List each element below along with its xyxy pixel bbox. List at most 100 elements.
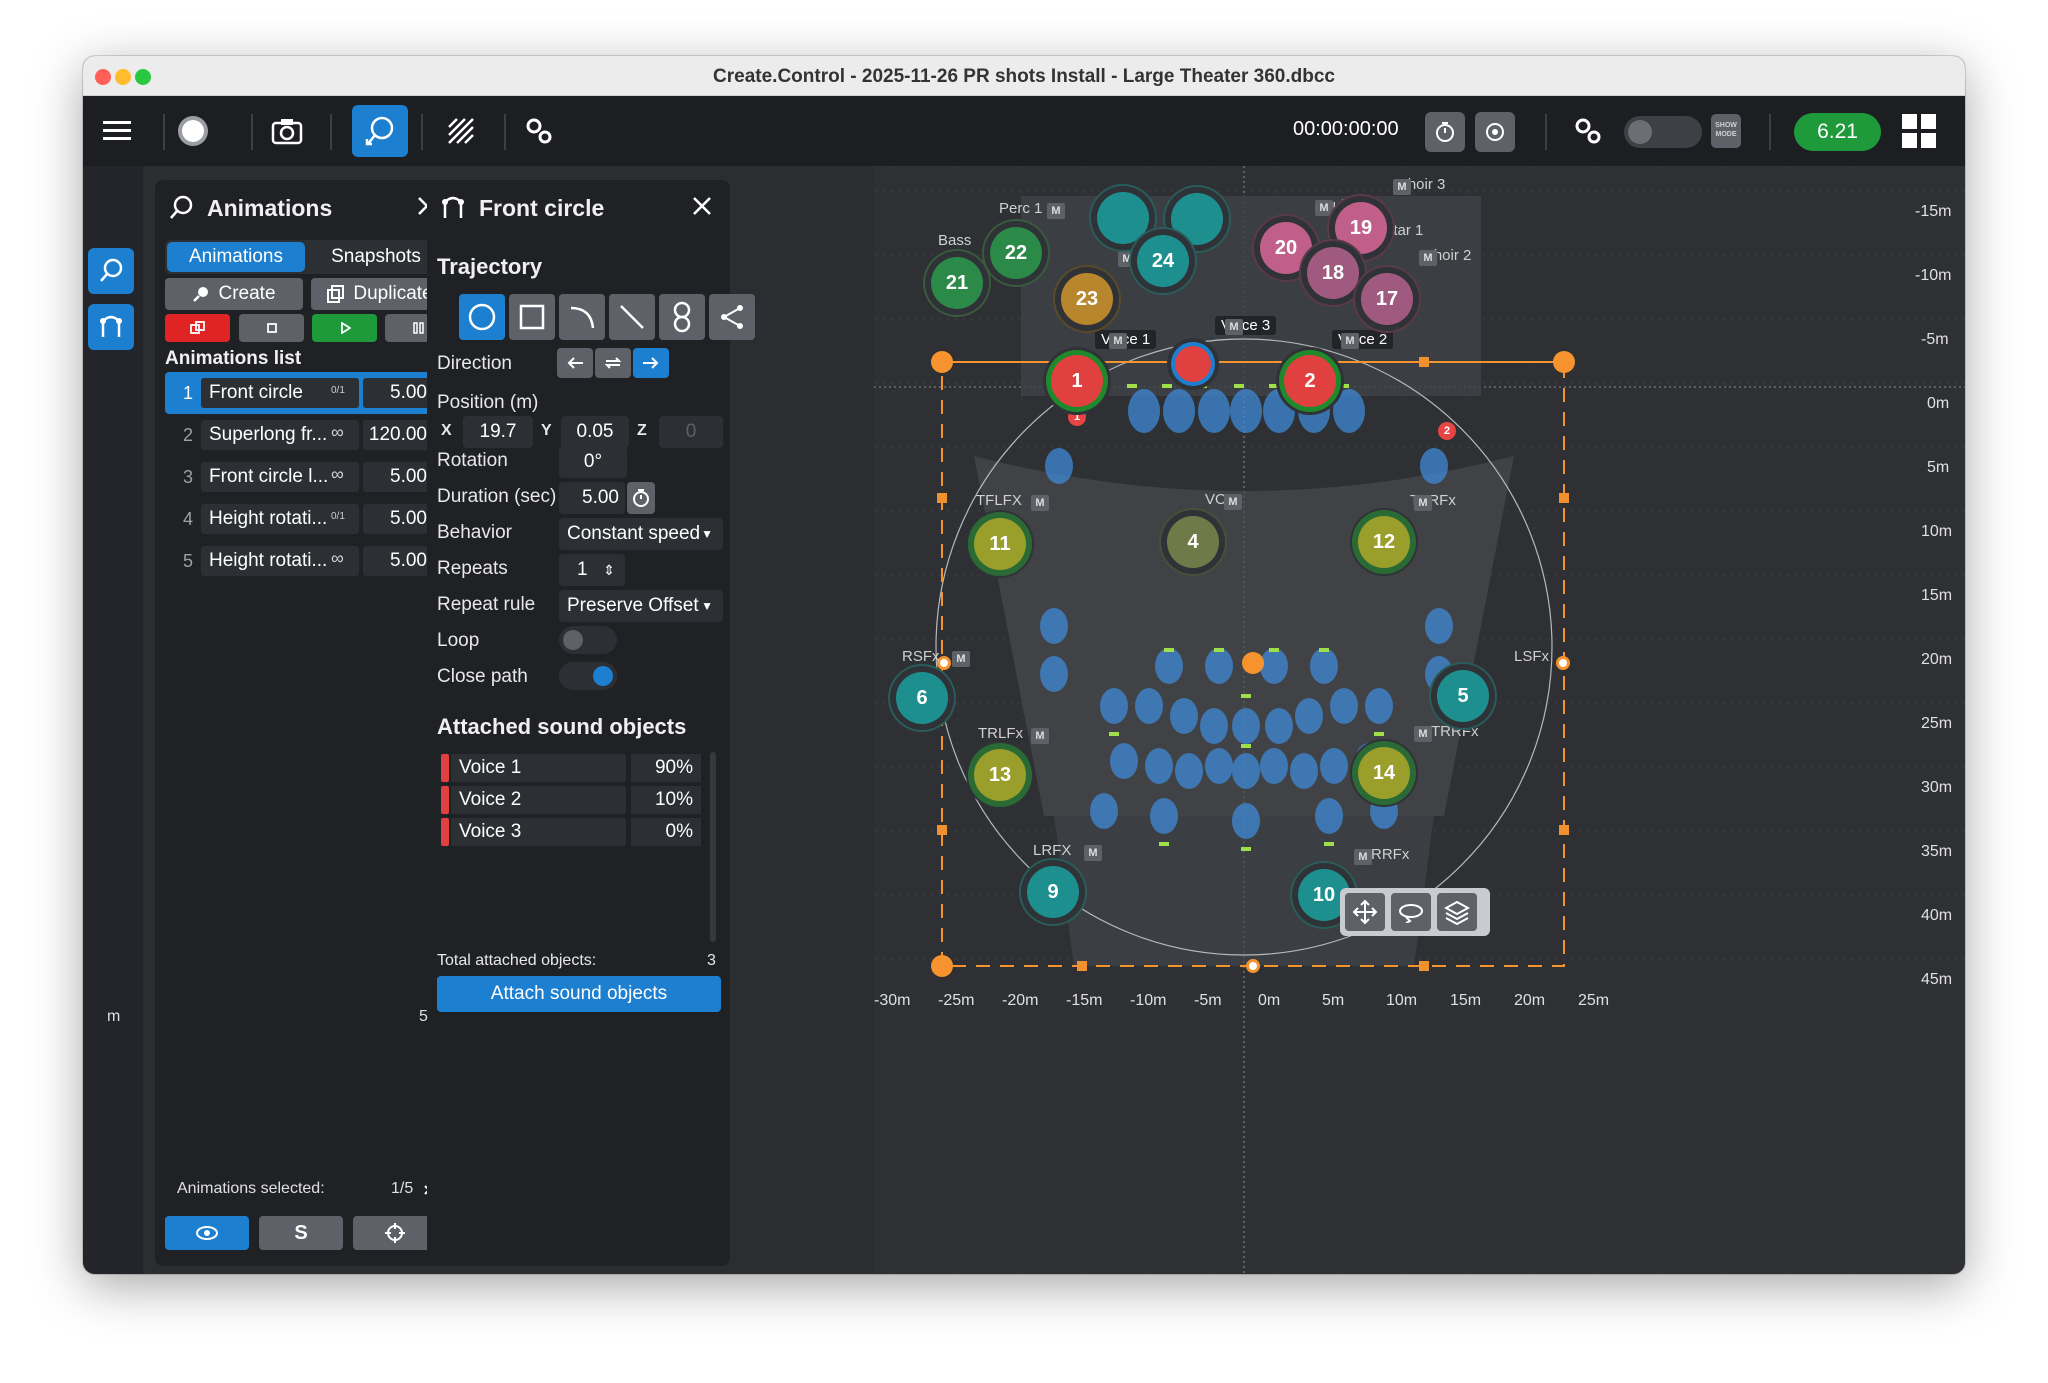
play-button[interactable] xyxy=(312,314,377,342)
mute-tag[interactable]: M xyxy=(1414,495,1432,511)
mute-tag[interactable]: M xyxy=(1031,495,1049,511)
create-button[interactable]: Create xyxy=(165,278,303,310)
animation-duration[interactable]: 5.00 xyxy=(363,546,435,576)
sound-object-23[interactable] xyxy=(1171,193,1223,245)
arc-shape-icon[interactable] xyxy=(559,294,605,340)
stopwatch-icon[interactable] xyxy=(627,482,655,514)
hamburger-menu-icon[interactable] xyxy=(89,105,145,157)
direction-pingpong-icon[interactable] xyxy=(595,348,631,378)
theater-map[interactable]: -15m -10m -5m 0m 5m 10m 15m 20m 25m 30m … xyxy=(874,166,1965,1274)
hatch-pattern-icon[interactable] xyxy=(433,105,489,157)
sound-object-5[interactable]: 5 xyxy=(1437,670,1489,722)
repeats-stepper[interactable]: 1 ⇕ xyxy=(559,554,625,586)
close-icon[interactable] xyxy=(690,194,714,218)
path-edge-handle[interactable] xyxy=(1559,825,1569,835)
attached-object-row[interactable]: Voice 2 10% xyxy=(441,784,701,816)
sound-object-1[interactable]: 1 xyxy=(1051,355,1103,407)
position-y-input[interactable]: 0.05 xyxy=(561,416,629,448)
solo-button[interactable]: S xyxy=(259,1216,343,1250)
position-x-input[interactable]: 19.7 xyxy=(463,416,533,448)
path-corner-handle[interactable] xyxy=(931,955,953,977)
path-edge-handle[interactable] xyxy=(1556,656,1570,670)
sound-object-14[interactable]: 14 xyxy=(1358,747,1410,799)
loop-toggle[interactable] xyxy=(559,626,617,654)
sound-object-4[interactable]: 4 xyxy=(1167,516,1219,568)
direction-forward-icon[interactable] xyxy=(633,348,669,378)
animations-tool-icon[interactable] xyxy=(352,105,408,157)
timer-icon[interactable] xyxy=(1425,112,1465,152)
repeat-rule-select[interactable]: Preserve Offset ▼ xyxy=(559,590,723,622)
animation-duration[interactable]: 5.00 xyxy=(363,378,435,408)
record-icon[interactable] xyxy=(165,105,221,157)
attach-sound-objects-button[interactable]: Attach sound objects xyxy=(437,976,721,1012)
path-corner-handle[interactable] xyxy=(1553,351,1575,373)
animation-duration[interactable]: 5.00 xyxy=(363,504,435,534)
close-path-toggle[interactable] xyxy=(559,662,617,690)
sound-object-21[interactable]: 23 xyxy=(1061,273,1113,325)
path-edge-handle[interactable] xyxy=(1419,961,1429,971)
sound-object-13[interactable]: 13 xyxy=(974,749,1026,801)
path-corner-handle[interactable] xyxy=(931,351,953,373)
target-button[interactable] xyxy=(353,1216,437,1250)
sync-clock-icon[interactable] xyxy=(1475,112,1515,152)
path-center-handle[interactable] xyxy=(1242,652,1264,674)
layers-icon[interactable] xyxy=(1437,893,1477,931)
path-edge-handle[interactable] xyxy=(1419,357,1429,367)
attached-scrollbar[interactable] xyxy=(710,752,716,942)
rotation-input[interactable]: 0° xyxy=(559,446,627,478)
mute-tag[interactable]: M xyxy=(1118,251,1136,267)
attached-object-row[interactable]: Voice 3 0% xyxy=(441,816,701,848)
mute-tag[interactable]: M xyxy=(1224,494,1242,510)
sound-object-18[interactable]: 20 xyxy=(1260,222,1312,274)
mute-tag[interactable]: M xyxy=(1047,203,1065,219)
sound-object-3[interactable] xyxy=(1175,346,1211,382)
sound-object-9[interactable]: 9 xyxy=(1027,866,1079,918)
tab-snapshots[interactable]: Snapshots xyxy=(307,242,445,272)
sound-object-17[interactable]: 19 xyxy=(1335,202,1387,254)
path-edge-handle[interactable] xyxy=(937,493,947,503)
mute-tag[interactable]: M xyxy=(1393,179,1411,195)
custom-path-shape-icon[interactable] xyxy=(709,294,755,340)
mute-tag[interactable]: M xyxy=(1414,726,1432,742)
mute-tag[interactable]: M xyxy=(1031,728,1049,744)
mute-tag[interactable]: M xyxy=(1341,333,1359,349)
sound-object-22[interactable]: 24 xyxy=(1137,235,1189,287)
eye-button[interactable] xyxy=(165,1216,249,1250)
mute-tag[interactable]: M xyxy=(1109,333,1127,349)
position-z-input[interactable]: 0 xyxy=(659,416,723,448)
show-mode-toggle[interactable] xyxy=(1624,116,1702,148)
mute-tag[interactable]: M xyxy=(1225,319,1243,335)
sound-object-19[interactable]: 21 xyxy=(931,257,983,309)
sound-object-12[interactable]: 12 xyxy=(1358,516,1410,568)
mute-tag[interactable]: M xyxy=(1354,849,1372,865)
attached-object-row[interactable]: Voice 1 90% xyxy=(441,752,701,784)
square-shape-icon[interactable] xyxy=(509,294,555,340)
sound-object-11[interactable]: 11 xyxy=(974,518,1026,570)
direction-backward-icon[interactable] xyxy=(557,348,593,378)
stop-all-button[interactable] xyxy=(165,314,230,342)
layout-grid-icon[interactable] xyxy=(1891,105,1947,157)
sound-object-2[interactable]: 2 xyxy=(1284,355,1336,407)
sound-object-16[interactable]: 18 xyxy=(1307,247,1359,299)
stop-button[interactable] xyxy=(239,314,304,342)
snapshot-camera-icon[interactable] xyxy=(259,105,315,157)
animation-duration[interactable]: 120.00 xyxy=(363,420,435,450)
animation-row-3[interactable]: 3 Front circle l... ∞ 5.00 xyxy=(165,460,435,494)
duration-input[interactable]: 5.00 xyxy=(559,482,625,514)
settings-gears-icon[interactable] xyxy=(511,105,567,157)
animation-row-4[interactable]: 4 Height rotati... 0/1 5.00 xyxy=(165,502,435,536)
trajectory-mode-icon[interactable] xyxy=(88,304,134,350)
fit-view-icon[interactable] xyxy=(1345,893,1385,931)
path-edge-handle[interactable] xyxy=(937,825,947,835)
path-edge-handle[interactable] xyxy=(1246,959,1260,973)
mute-tag[interactable]: M xyxy=(1419,250,1437,266)
animation-row-5[interactable]: 5 Height rotati... ∞ 5.00 xyxy=(165,544,435,578)
path-edge-handle[interactable] xyxy=(1559,493,1569,503)
rotate-view-icon[interactable] xyxy=(1391,893,1431,931)
tab-animations[interactable]: Animations xyxy=(167,242,305,272)
mute-tag[interactable]: M xyxy=(1315,200,1333,216)
behavior-select[interactable]: Constant speed ▼ xyxy=(559,518,723,550)
line-shape-icon[interactable] xyxy=(609,294,655,340)
figure-eight-shape-icon[interactable] xyxy=(659,294,705,340)
stepper-arrows-icon[interactable]: ⇕ xyxy=(603,554,615,586)
